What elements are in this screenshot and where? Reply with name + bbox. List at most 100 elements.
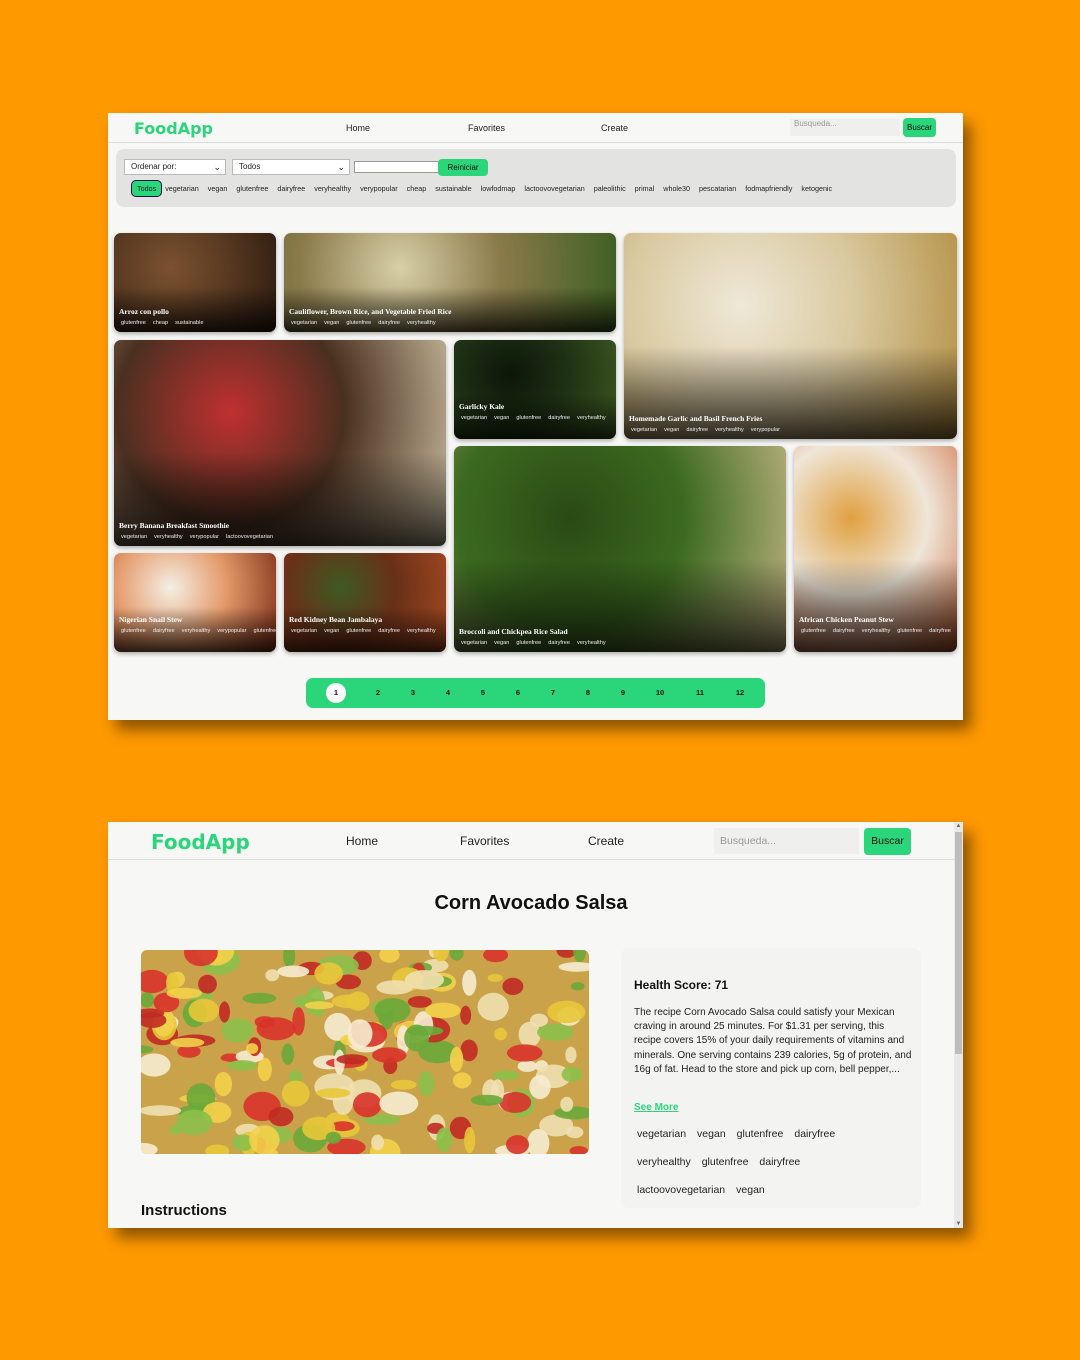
recipe-tag: dairyfree [548, 640, 571, 646]
page-button-10[interactable]: 10 [650, 678, 670, 708]
diet-filter-whole30[interactable]: whole30 [663, 184, 690, 193]
diet-filter-glutenfree[interactable]: glutenfree [236, 184, 268, 193]
diet-filter-fodmapfriendly[interactable]: fodmapfriendly [745, 184, 792, 193]
page-button-3[interactable]: 3 [403, 678, 423, 708]
recipe-card[interactable]: Red Kidney Bean Jambalaya vegetarian vegan… [284, 553, 446, 652]
nav-create-link[interactable]: Create [588, 834, 624, 848]
salsa-piece [452, 1072, 472, 1089]
scrollbar-thumb[interactable] [955, 832, 962, 1054]
recipe-tag: vegan [324, 320, 340, 326]
salsa-piece [547, 1000, 586, 1024]
diet-filter-vegetarian[interactable]: vegetarian [165, 184, 199, 193]
search-input[interactable]: Busqueda... [790, 119, 900, 136]
nav-home-link[interactable]: Home [346, 123, 370, 133]
diet-filter-todos[interactable]: Todos [131, 179, 163, 197]
recipe-card[interactable]: Arroz con pollo glutenfree cheap sustainabl… [114, 233, 276, 332]
salsa-piece [570, 982, 585, 991]
reset-button[interactable]: Reiniciar [438, 159, 488, 176]
page-button-2[interactable]: 2 [368, 678, 388, 708]
recipe-tag: glutenfree [346, 320, 372, 326]
diet-filter-cheap[interactable]: cheap [407, 184, 427, 193]
scroll-down-arrow-icon[interactable]: ▼ [955, 1220, 962, 1228]
see-more-link[interactable]: See More [634, 1102, 678, 1113]
search-input[interactable]: Busqueda... [714, 828, 859, 854]
nav-favorites-link[interactable]: Favorites [468, 123, 505, 133]
diet-filter-paleolithic[interactable]: paleolithic [594, 184, 626, 193]
salsa-piece [372, 1047, 407, 1064]
recipe-list-screenshot: FoodApp Home Favorites Create Busqueda..… [108, 113, 963, 720]
salsa-piece [425, 1002, 461, 1019]
recipe-card[interactable]: Homemade Garlic and Basil French Fries ve… [624, 233, 957, 439]
page-button-9[interactable]: 9 [613, 678, 633, 708]
recipe-info-card: Health Score: 71 The recipe Corn Avocado… [621, 948, 921, 1208]
recipe-detail-screenshot: FoodApp Home Favorites Create Busqueda..… [108, 822, 963, 1228]
recipe-card[interactable]: Garlicky Kale vegetarian vegan glutenfree da… [454, 340, 616, 439]
nav-create-link[interactable]: Create [601, 123, 628, 133]
type-select[interactable]: Todos ⌄ [232, 159, 350, 175]
page-button-7[interactable]: 7 [543, 678, 563, 708]
recipe-tag: dairyfree [152, 628, 175, 634]
recipe-tag: veryhealthy [407, 320, 436, 326]
salsa-piece [170, 1037, 205, 1048]
recipe-tag: veryhealthy [407, 628, 436, 634]
search-button[interactable]: Buscar [864, 828, 911, 855]
page-button-4[interactable]: 4 [438, 678, 458, 708]
recipe-card[interactable]: African Chicken Peanut Stew glutenfree dai… [794, 446, 957, 652]
page-button-8[interactable]: 8 [578, 678, 598, 708]
salsa-piece [188, 998, 220, 1023]
filter-text-input[interactable] [354, 161, 440, 173]
diet-filter-lactoovovegetarian[interactable]: lactoovovegetarian [524, 184, 584, 193]
page-button-12[interactable]: 12 [730, 678, 750, 708]
diet-tag-row: vegetarian vegan glutenfree dairyfree [637, 1128, 846, 1140]
brand-logo[interactable]: FoodApp [134, 119, 213, 138]
recipe-tag: glutenfree [121, 628, 146, 634]
diet-filter-primal[interactable]: primal [635, 184, 655, 193]
recipe-tag: glutenfree [516, 640, 542, 646]
recipe-card[interactable]: Berry Banana Breakfast Smoothie vegetaria… [114, 340, 446, 546]
salsa-piece [246, 1043, 259, 1054]
recipe-tag: dairyfree [832, 628, 855, 634]
diet-filter-veryhealthy[interactable]: veryhealthy [314, 184, 351, 193]
sort-select[interactable]: Ordenar por: ⌄ [124, 159, 226, 175]
diet-filter-sustainable[interactable]: sustainable [435, 184, 471, 193]
salsa-piece [492, 1070, 520, 1080]
salsa-piece [268, 1107, 294, 1127]
salsa-piece [517, 1060, 537, 1072]
page-button-1[interactable]: 1 [326, 683, 346, 703]
salsa-piece [371, 1134, 384, 1151]
search-button[interactable]: Buscar [903, 118, 936, 137]
salsa-piece [560, 1096, 574, 1112]
recipe-card-tags: vegetarian vegan glutenfree dairyfree veryhe… [291, 317, 612, 329]
recipe-image [141, 950, 589, 1154]
scrollbar[interactable]: ▲ ▼ [954, 822, 963, 1228]
salsa-piece [470, 1094, 503, 1106]
page-button-11[interactable]: 11 [690, 678, 710, 708]
diet-filter-pescatarian[interactable]: pescatarian [699, 184, 736, 193]
diet-filter-dairyfree[interactable]: dairyfree [277, 184, 305, 193]
salsa-piece [277, 965, 310, 978]
page-button-6[interactable]: 6 [508, 678, 528, 708]
salsa-piece [219, 1001, 230, 1023]
navbar: FoodApp Home Favorites Create Busqueda..… [108, 822, 954, 860]
salsa-piece [406, 1025, 444, 1036]
salsa-piece [565, 1046, 577, 1064]
recipe-card[interactable]: Cauliflower, Brown Rice, and Vegetable F… [284, 233, 616, 332]
recipe-tag: vegetarian [121, 534, 148, 540]
diet-filter-verypopular[interactable]: verypopular [360, 184, 398, 193]
brand-logo[interactable]: FoodApp [151, 830, 250, 854]
recipe-card[interactable]: Nigerian Snail Stew glutenfree dairyfree ve… [114, 553, 276, 652]
recipe-card-title: Red Kidney Bean Jambalaya [289, 615, 383, 624]
salsa-piece [198, 974, 217, 994]
page-button-5[interactable]: 5 [473, 678, 493, 708]
diet-filter-vegan[interactable]: vegan [208, 184, 228, 193]
diet-filter-lowfodmap[interactable]: lowfodmap [481, 184, 516, 193]
salsa-piece [566, 1126, 584, 1139]
recipe-card[interactable]: Broccoli and Chickpea Rice Salad vegetari… [454, 446, 786, 652]
nav-home-link[interactable]: Home [346, 834, 378, 848]
salsa-piece [176, 1109, 213, 1136]
recipe-card-tags: vegetarian vegan glutenfree dairyfree veryhe… [461, 637, 782, 649]
diet-filter-ketogenic[interactable]: ketogenic [801, 184, 832, 193]
salsa-piece [304, 1001, 334, 1010]
scroll-up-arrow-icon[interactable]: ▲ [955, 822, 962, 830]
nav-favorites-link[interactable]: Favorites [460, 834, 509, 848]
